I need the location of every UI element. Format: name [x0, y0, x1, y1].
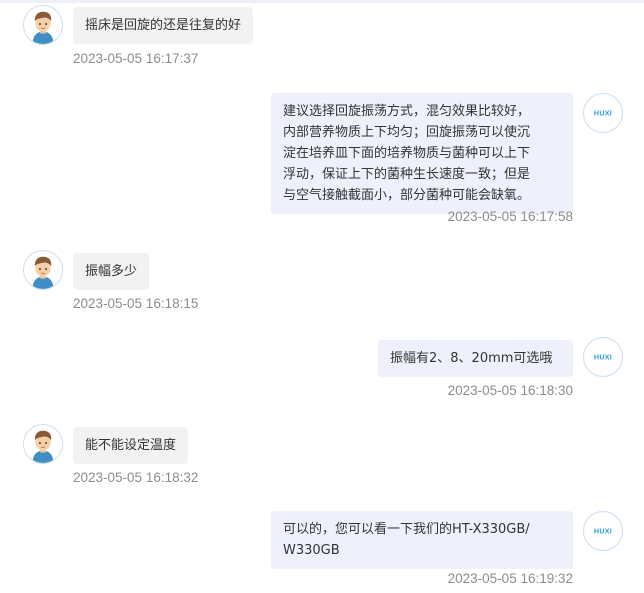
- bot-message-line: 振幅有2、8、20mm可选哦: [390, 351, 553, 366]
- user-message-text: 振幅多少: [85, 264, 138, 279]
- bot-message-line: 与空气接触截面小，部分菌种可能会缺氧。: [283, 188, 531, 203]
- bot-avatar: HUXI: [583, 93, 623, 133]
- message-timestamp: 2023-05-05 16:18:32: [73, 470, 199, 485]
- huxi-logo-icon: HUXI: [594, 527, 612, 535]
- user-message-bubble: 能不能设定温度: [73, 427, 189, 464]
- user-avatar: [23, 250, 63, 290]
- bot-message-line: 内部营养物质上下均匀；回旋振荡可以使沉: [283, 125, 531, 140]
- message-timestamp: 2023-05-05 16:17:58: [447, 209, 573, 224]
- svg-text:HUXI: HUXI: [594, 109, 612, 117]
- bot-message-line: 可以的，您可以看一下我们的HT-X330GB/: [283, 522, 530, 537]
- svg-text:HUXI: HUXI: [594, 527, 612, 535]
- user-avatar: [23, 5, 63, 45]
- user-avatar: [23, 424, 63, 464]
- message-timestamp: 2023-05-05 16:17:37: [73, 51, 199, 66]
- message-timestamp: 2023-05-05 16:18:15: [73, 296, 199, 311]
- svg-text:HUXI: HUXI: [594, 353, 612, 361]
- bot-message-bubble: 可以的，您可以看一下我们的HT-X330GB/ W330GB: [271, 511, 573, 569]
- huxi-logo-icon: HUXI: [594, 353, 612, 361]
- message-timestamp: 2023-05-05 16:19:32: [447, 571, 573, 586]
- bot-avatar: HUXI: [583, 337, 623, 377]
- bot-message-bubble: 振幅有2、8、20mm可选哦: [378, 340, 573, 377]
- bot-message-bubble: 建议选择回旋振荡方式，混匀效果比较好， 内部营养物质上下均匀；回旋振荡可以使沉 …: [271, 93, 573, 214]
- bot-message-line: W330GB: [283, 543, 340, 558]
- message-timestamp: 2023-05-05 16:18:30: [447, 383, 573, 398]
- huxi-logo-icon: HUXI: [594, 109, 612, 117]
- user-message-text: 能不能设定温度: [85, 438, 177, 453]
- user-message-text: 摇床是回旋的还是往复的好: [85, 18, 242, 33]
- user-avatar-icon: [24, 6, 62, 44]
- user-avatar-icon: [24, 425, 62, 463]
- bot-message-line: 建议选择回旋振荡方式，混匀效果比较好，: [283, 104, 531, 119]
- bot-message-line: 浮动，保证上下的菌种生长速度一致；但是: [283, 167, 531, 182]
- user-avatar-icon: [24, 251, 62, 289]
- chat-history: 摇床是回旋的还是往复的好 2023-05-05 16:17:37 HUXI 建议…: [0, 0, 644, 593]
- bot-message-line: 淀在培养皿下面的培养物质与菌种可以上下: [283, 146, 531, 161]
- bot-avatar: HUXI: [583, 511, 623, 551]
- user-message-bubble: 振幅多少: [73, 253, 150, 290]
- user-message-bubble: 摇床是回旋的还是往复的好: [73, 7, 254, 44]
